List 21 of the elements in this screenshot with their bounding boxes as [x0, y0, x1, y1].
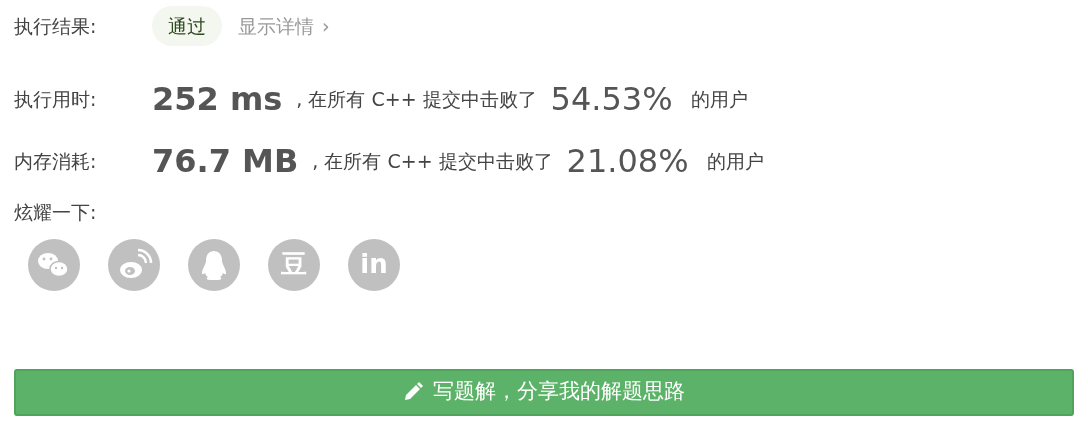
stat-suffix: 的用户	[706, 148, 764, 174]
stat-percent: 21.08%	[566, 141, 689, 182]
status-badge: 通过	[152, 5, 222, 47]
stat-label: 执行用时:	[14, 86, 98, 112]
eye-waves-icon[interactable]	[108, 238, 160, 291]
share-label: 炫耀一下:	[14, 200, 98, 225]
stat-value: 252 ms	[152, 79, 283, 120]
share-button[interactable]: 豆	[268, 238, 320, 291]
share-button[interactable]: in	[348, 238, 400, 291]
stat-percent: 54.53%	[550, 79, 673, 120]
result-label: 执行结果:	[14, 13, 98, 39]
stat-text: , 在所有 C++ 提交中击败了	[296, 86, 537, 112]
write-solution-button[interactable]: 写题解，分享我的解题思路	[14, 368, 1074, 416]
penguin-icon[interactable]	[188, 238, 240, 291]
stat-value: 76.7 MB	[152, 141, 299, 182]
stat-suffix: 的用户	[690, 86, 748, 112]
stat-label: 内存消耗:	[14, 148, 98, 174]
details-link[interactable]: 显示详情 ›	[238, 11, 330, 41]
pencil-icon	[403, 382, 423, 402]
stat-text: , 在所有 C++ 提交中击败了	[312, 148, 553, 174]
chat-bubbles-icon[interactable]	[28, 238, 80, 291]
